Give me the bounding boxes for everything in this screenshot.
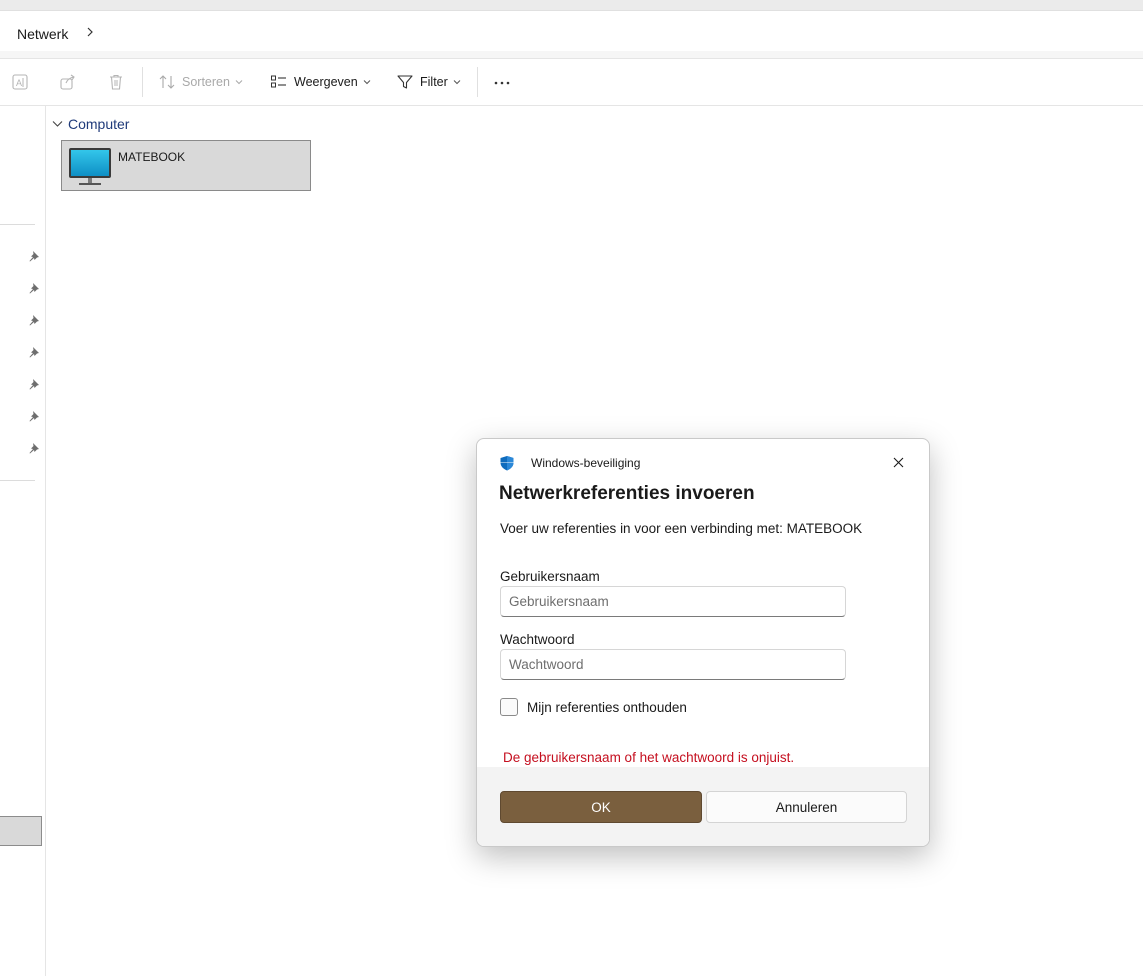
sort-icon <box>159 75 175 89</box>
pin-icon[interactable] <box>28 282 40 294</box>
nav-item-network-selected[interactable] <box>0 816 42 846</box>
pin-icon[interactable] <box>28 442 40 454</box>
password-label: Wachtwoord <box>500 632 575 647</box>
remember-credentials-label[interactable]: Mijn referenties onthouden <box>527 700 687 715</box>
dialog-footer: OK Annuleren <box>477 767 929 846</box>
close-button[interactable] <box>881 447 915 477</box>
chevron-down-icon <box>363 80 371 85</box>
close-icon <box>893 457 903 467</box>
pin-icon[interactable] <box>28 250 40 262</box>
more-options-icon[interactable] <box>493 73 511 91</box>
toolbar-divider <box>142 67 143 97</box>
username-field[interactable] <box>500 586 846 617</box>
svg-text:A: A <box>16 78 22 88</box>
toolbar-divider <box>477 67 478 97</box>
network-computer-tile[interactable]: MATEBOOK <box>61 140 311 191</box>
filter-label: Filter <box>420 75 448 89</box>
shield-icon <box>500 456 514 471</box>
dialog-title-bar: Windows-beveiliging <box>499 455 640 471</box>
view-icon <box>271 75 286 88</box>
rename-icon[interactable]: A <box>11 73 29 91</box>
share-icon[interactable] <box>59 73 77 91</box>
credentials-dialog: Windows-beveiliging Netwerkreferenties i… <box>476 438 930 847</box>
pin-icon[interactable] <box>28 410 40 422</box>
ok-button[interactable]: OK <box>500 791 702 823</box>
dialog-description: Voer uw referenties in voor een verbindi… <box>500 521 863 536</box>
group-title: Computer <box>68 116 130 132</box>
remember-credentials-row[interactable]: Mijn referenties onthouden <box>500 698 687 716</box>
chevron-down-icon <box>453 80 461 85</box>
sort-label: Sorteren <box>182 75 230 89</box>
computer-icon <box>69 148 111 185</box>
group-header-computer[interactable]: Computer <box>52 116 129 132</box>
view-button[interactable]: Weergeven <box>270 71 377 93</box>
pin-icon[interactable] <box>28 378 40 390</box>
delete-icon[interactable] <box>107 73 125 91</box>
sort-button[interactable]: Sorteren <box>158 71 249 93</box>
password-field[interactable] <box>500 649 846 680</box>
dialog-heading: Netwerkreferenties invoeren <box>499 483 755 504</box>
filter-icon <box>397 75 413 89</box>
computer-name: MATEBOOK <box>118 150 186 164</box>
command-bar: A Sorteren Weergeven Filter <box>0 59 1143 106</box>
filter-button[interactable]: Filter <box>396 71 467 93</box>
navigation-pane <box>0 106 46 976</box>
remember-credentials-checkbox[interactable] <box>500 698 518 716</box>
nav-divider <box>0 224 35 225</box>
chevron-down-icon[interactable] <box>52 120 63 128</box>
pin-icon[interactable] <box>28 314 40 326</box>
pin-icon[interactable] <box>28 346 40 358</box>
breadcrumb-netwerk[interactable]: Netwerk <box>17 26 68 42</box>
dialog-app-name: Windows-beveiliging <box>531 456 641 470</box>
cancel-button[interactable]: Annuleren <box>706 791 907 823</box>
chevron-right-icon[interactable] <box>84 24 96 40</box>
username-label: Gebruikersnaam <box>500 569 600 584</box>
error-message: De gebruikersnaam of het wachtwoord is o… <box>503 750 795 765</box>
view-label: Weergeven <box>294 75 358 89</box>
chevron-down-icon <box>235 80 243 85</box>
window-top-strip <box>0 0 1143 11</box>
nav-divider <box>0 480 35 481</box>
address-toolbar-divider <box>0 51 1143 59</box>
address-bar[interactable]: Netwerk <box>0 11 1143 51</box>
